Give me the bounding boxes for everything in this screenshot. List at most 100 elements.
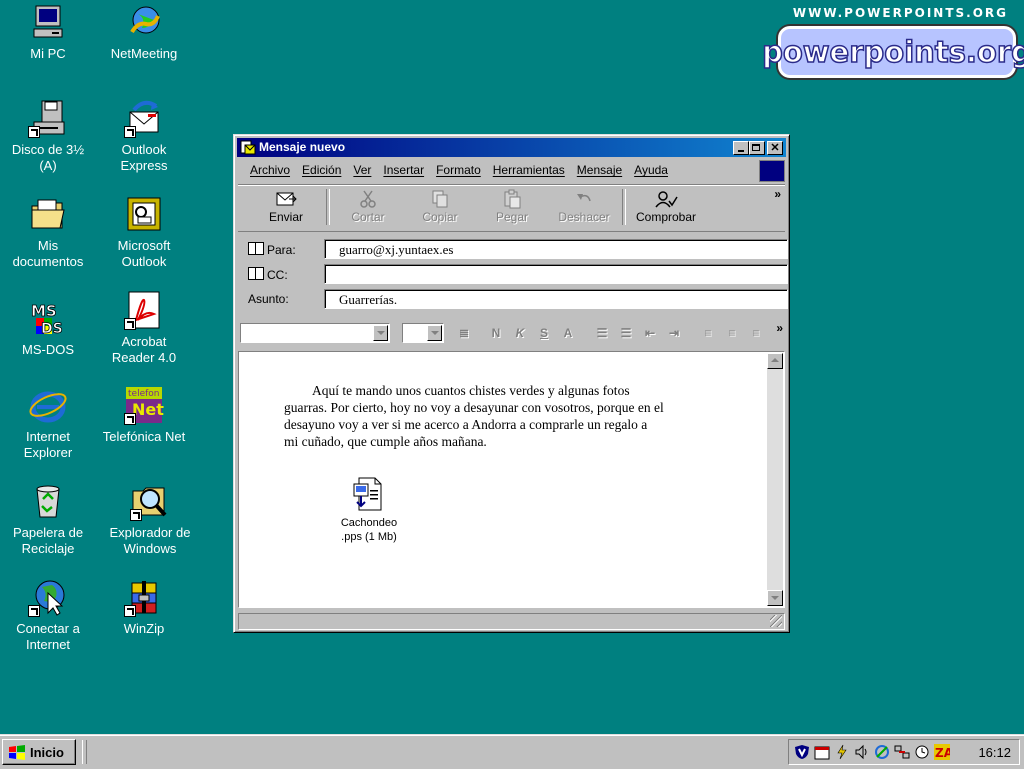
- attachment-cachondeo[interactable]: Cachondeo .pps (1 Mb): [331, 476, 407, 544]
- underline-icon[interactable]: S: [536, 326, 552, 340]
- paste-icon: [504, 189, 521, 209]
- desktop-icon-label: Microsoft Outlook: [117, 238, 171, 269]
- address-book-icon: [248, 267, 264, 280]
- message-text[interactable]: Aquí te mando unos cuantos chistes verde…: [284, 382, 664, 450]
- cut-button[interactable]: Cortar: [336, 189, 400, 227]
- chevron-down-icon[interactable]: [373, 325, 388, 341]
- menu-insertar[interactable]: Insertar: [383, 163, 424, 177]
- align-center-icon[interactable]: ≡: [724, 326, 740, 340]
- connection-icon[interactable]: [894, 744, 910, 760]
- undo-button[interactable]: Deshacer: [552, 189, 616, 227]
- power-plug-icon[interactable]: [834, 744, 850, 760]
- desktop-icon-connect-internet[interactable]: Conectar a Internet: [0, 577, 96, 653]
- send-button[interactable]: Enviar: [254, 189, 318, 227]
- calendar-icon[interactable]: [814, 744, 830, 760]
- paste-button[interactable]: Pegar: [480, 189, 544, 227]
- desktop-icon-netmeeting[interactable]: NetMeeting: [96, 2, 192, 62]
- desktop-icon-ms-dos[interactable]: MS DS MS-DOS: [0, 298, 96, 358]
- font-name-combo[interactable]: [240, 323, 390, 343]
- new-message-icon: [240, 140, 256, 155]
- desktop-icon-microsoft-outlook[interactable]: Microsoft Outlook: [96, 194, 192, 270]
- message-body[interactable]: Aquí te mando unos cuantos chistes verde…: [238, 351, 785, 608]
- subject-field[interactable]: Guarrerías.: [324, 289, 788, 309]
- paragraph-style-icon[interactable]: ≣: [456, 326, 472, 340]
- desktop-icon-label: Internet Explorer: [23, 429, 73, 460]
- send-icon: [276, 192, 297, 206]
- menu-edicion[interactable]: Edición: [302, 163, 341, 177]
- volume-icon[interactable]: [854, 744, 870, 760]
- minimize-icon: [738, 150, 744, 152]
- menu-ayuda[interactable]: Ayuda: [634, 163, 668, 177]
- resize-grip-icon[interactable]: [770, 615, 782, 627]
- desktop-icon-acrobat-reader[interactable]: Acrobat Reader 4.0: [96, 290, 192, 366]
- font-color-icon[interactable]: A: [560, 326, 576, 340]
- antivirus-shield-icon[interactable]: [794, 744, 810, 760]
- vertical-scrollbar[interactable]: [767, 353, 783, 606]
- undo-label: Deshacer: [558, 210, 610, 224]
- start-label: Inicio: [30, 745, 64, 760]
- menu-ver[interactable]: Ver: [353, 163, 371, 177]
- font-size-combo[interactable]: [402, 323, 444, 343]
- desktop-icon-recycle-bin[interactable]: Papelera de Reciclaje: [0, 481, 96, 557]
- desktop-icon-my-computer[interactable]: Mi PC: [0, 2, 96, 62]
- windows-flag-icon: [9, 745, 25, 760]
- desktop-icon-internet-explorer[interactable]: Internet Explorer: [0, 385, 96, 461]
- align-left-icon[interactable]: ≡: [700, 326, 716, 340]
- maximize-button[interactable]: [749, 141, 765, 155]
- increase-indent-icon[interactable]: ⇥: [666, 326, 682, 340]
- align-right-icon[interactable]: ≡: [748, 326, 764, 340]
- italic-icon[interactable]: K: [512, 326, 528, 340]
- network-icon[interactable]: [874, 744, 890, 760]
- menu-herramientas[interactable]: Herramientas: [493, 163, 565, 177]
- decrease-indent-icon[interactable]: ⇤: [642, 326, 658, 340]
- scroll-down-icon[interactable]: [767, 590, 783, 606]
- close-button[interactable]: ✕: [767, 141, 783, 155]
- bullet-list-icon[interactable]: ☰: [618, 326, 634, 340]
- netmeeting-icon: [124, 2, 164, 42]
- desktop-icon-label: Telefónica Net: [102, 429, 186, 444]
- copy-button[interactable]: Copiar: [408, 189, 472, 227]
- desktop-icon-winzip[interactable]: WinZip: [96, 577, 192, 637]
- formatting-more-icon[interactable]: »: [776, 321, 783, 335]
- toolbar-separator: [622, 189, 626, 225]
- folder-icon: [28, 194, 68, 234]
- shortcut-arrow-icon: [28, 605, 40, 617]
- scroll-up-icon[interactable]: [767, 353, 783, 369]
- svg-text:MS: MS: [31, 302, 57, 320]
- check-names-button[interactable]: Comprobar: [630, 189, 702, 227]
- internet-explorer-icon: [28, 385, 68, 425]
- watermark-url: WWW.POWERPOINTS.ORG: [792, 6, 1008, 20]
- desktop-icon-label: Outlook Express: [120, 142, 168, 173]
- cc-field[interactable]: [324, 264, 788, 284]
- numbered-list-icon[interactable]: ☰: [594, 326, 610, 340]
- desktop-icon-telefonica-net[interactable]: telefon Net Telefónica Net: [96, 385, 192, 445]
- desktop-icon-floppy[interactable]: Disco de 3½ (A): [0, 98, 96, 174]
- clock[interactable]: 16:12: [978, 745, 1011, 760]
- bold-icon[interactable]: N: [488, 326, 504, 340]
- shortcut-arrow-icon: [130, 509, 142, 521]
- menu-archivo[interactable]: Archivo: [250, 163, 290, 177]
- address-book-icon: [248, 242, 264, 255]
- desktop-icon-label: Mis documentos: [12, 238, 84, 269]
- new-message-window[interactable]: Mensaje nuevo ✕ Archivo Edición Ver Inserta…: [233, 134, 790, 633]
- to-field[interactable]: guarro@xj.yuntaex.es: [324, 239, 788, 259]
- menu-formato[interactable]: Formato: [436, 163, 481, 177]
- toolbar-more-icon[interactable]: »: [774, 187, 781, 201]
- start-button[interactable]: Inicio: [2, 739, 76, 765]
- cc-label-wrap[interactable]: CC:: [248, 267, 288, 282]
- menu-mensaje[interactable]: Mensaje: [577, 163, 622, 177]
- to-label: Para:: [267, 243, 296, 257]
- minimize-button[interactable]: [733, 141, 749, 155]
- brand-logo: [759, 160, 785, 182]
- telefonica-net-icon: telefon Net: [124, 385, 164, 425]
- window-title: Mensaje nuevo: [259, 140, 346, 154]
- desktop-icon-outlook-express[interactable]: Outlook Express: [96, 98, 192, 174]
- window-title-bar[interactable]: Mensaje nuevo ✕: [237, 138, 786, 157]
- desktop-icon-windows-explorer[interactable]: Explorador de Windows: [102, 481, 198, 557]
- taskbar-grip[interactable]: [82, 740, 87, 764]
- desktop-icon-my-documents[interactable]: Mis documentos: [0, 194, 96, 270]
- task-scheduler-icon[interactable]: [914, 744, 930, 760]
- zonealarm-icon[interactable]: ZA: [934, 744, 950, 760]
- to-label-wrap[interactable]: Para:: [248, 242, 296, 257]
- chevron-down-icon[interactable]: [427, 325, 442, 341]
